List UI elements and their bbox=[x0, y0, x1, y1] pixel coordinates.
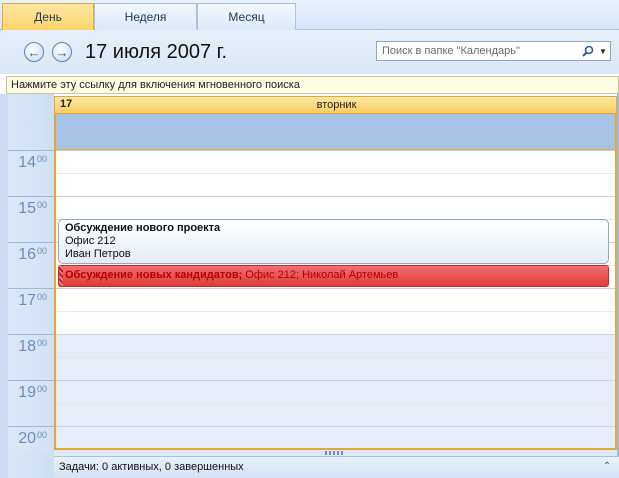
tasks-summary: Задачи: 0 активных, 0 завершенных bbox=[59, 461, 244, 473]
hour-label: 15 00 bbox=[8, 196, 54, 242]
day-grid[interactable]: Обсуждение нового проекта Офис 212 Иван … bbox=[54, 150, 617, 450]
tab-month[interactable]: Месяц bbox=[197, 3, 296, 30]
all-day-area[interactable] bbox=[54, 114, 617, 150]
appointment-location: Офис 212 bbox=[65, 235, 116, 247]
day-header[interactable]: вторник 17 bbox=[54, 96, 617, 114]
hour-label: 16 00 bbox=[8, 242, 54, 288]
time-slot[interactable] bbox=[56, 173, 615, 196]
arrow-left-icon: ← bbox=[27, 44, 41, 60]
view-tabs: День Неделя Месяц bbox=[0, 0, 619, 30]
time-slot[interactable] bbox=[56, 380, 615, 403]
hour-label: 20 00 bbox=[8, 426, 54, 472]
time-slot[interactable] bbox=[56, 334, 615, 357]
appointment-subject: Обсуждение новых кандидатов; bbox=[65, 269, 243, 281]
tab-week[interactable]: Неделя bbox=[94, 3, 197, 30]
calendar-header: ← → 17 июля 2007 г. ▼ bbox=[0, 30, 619, 74]
previous-day-button[interactable]: ← bbox=[24, 42, 44, 62]
time-slot[interactable] bbox=[56, 357, 615, 380]
time-slot[interactable] bbox=[56, 288, 615, 311]
date-title: 17 июля 2007 г. bbox=[85, 41, 228, 63]
next-day-button[interactable]: → bbox=[52, 42, 72, 62]
appointment-new-candidates[interactable]: Обсуждение новых кандидатов; Офис 212; Н… bbox=[58, 265, 609, 287]
expand-up-icon[interactable]: ⌃ bbox=[601, 461, 613, 473]
day-number: 17 bbox=[60, 98, 73, 110]
hour-label: 18 00 bbox=[8, 334, 54, 380]
search-icon[interactable] bbox=[580, 42, 596, 60]
time-slot[interactable] bbox=[56, 426, 615, 448]
tentative-stripe bbox=[59, 266, 63, 286]
appointment-new-project[interactable]: Обсуждение нового проекта Офис 212 Иван … bbox=[58, 219, 609, 264]
hour-label: 17 00 bbox=[8, 288, 54, 334]
day-name: вторник bbox=[316, 99, 357, 111]
tab-day[interactable]: День bbox=[2, 3, 94, 30]
appointment-organizer: Иван Петров bbox=[65, 248, 131, 260]
hour-label: 19 00 bbox=[8, 380, 54, 426]
search-input[interactable] bbox=[377, 42, 580, 60]
search-options-dropdown[interactable]: ▼ bbox=[596, 42, 610, 60]
hour-label: 14 00 bbox=[8, 150, 54, 196]
appointment-subject: Обсуждение нового проекта bbox=[65, 222, 221, 234]
splitter-grip-icon[interactable] bbox=[325, 451, 345, 455]
left-strip bbox=[0, 94, 8, 478]
tasks-bar[interactable]: Задачи: 0 активных, 0 завершенных ⌃ bbox=[54, 456, 619, 478]
arrow-right-icon: → bbox=[55, 44, 69, 60]
search-box: ▼ bbox=[376, 41, 611, 61]
time-slot[interactable] bbox=[56, 196, 615, 219]
time-ruler: 14 00 15 00 16 00 17 00 18 00 19 00 20 00 bbox=[8, 150, 54, 450]
appointment-details: Офис 212; Николай Артемьев bbox=[242, 269, 399, 281]
instant-search-infobar[interactable]: Нажмите эту ссылку для включения мгновен… bbox=[6, 76, 619, 94]
time-slot[interactable] bbox=[56, 403, 615, 426]
time-slot[interactable] bbox=[56, 150, 615, 173]
time-slot[interactable] bbox=[56, 311, 615, 334]
